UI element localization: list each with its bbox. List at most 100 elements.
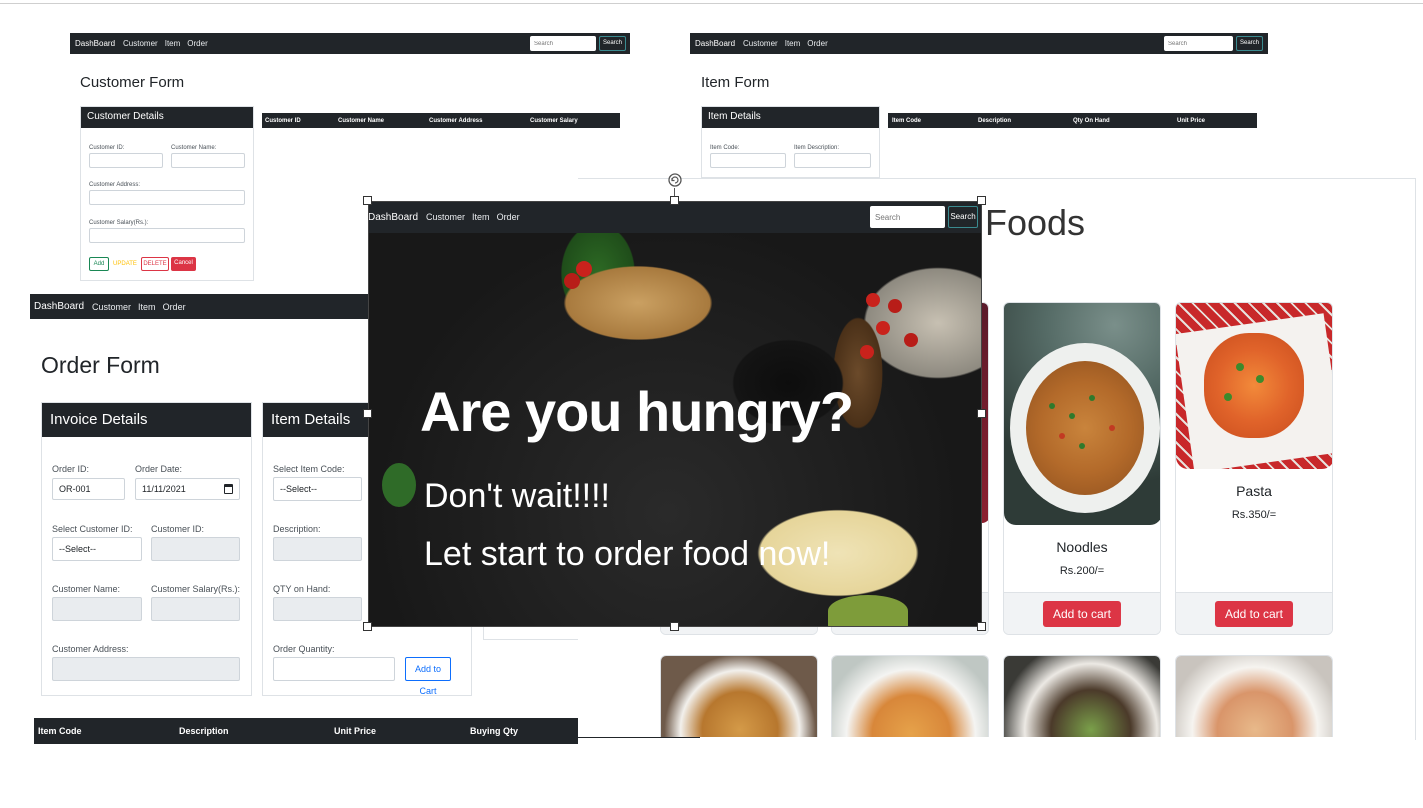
customer-name-input[interactable] <box>171 153 245 168</box>
nav-customer[interactable]: Customer <box>92 302 131 312</box>
item-form-title: Item Form <box>701 74 770 91</box>
description-field <box>273 537 362 561</box>
resize-handle-w[interactable] <box>363 409 372 418</box>
hero-navbar: DashBoard Customer Item Order Search <box>368 201 982 233</box>
select-customer-dropdown[interactable]: --Select-- <box>52 537 142 561</box>
hero-headline: Are you hungry? <box>420 380 854 443</box>
rotate-handle-stem <box>674 188 675 196</box>
col-qty-on-hand: Qty On Hand <box>1073 117 1110 124</box>
customer-address-input[interactable] <box>89 190 245 205</box>
select-item-dropdown[interactable]: --Select-- <box>273 477 362 501</box>
foods-heading: Foods <box>985 202 1086 243</box>
order-date-value: 11/11/2021 <box>142 484 186 494</box>
resize-handle-e[interactable] <box>977 409 986 418</box>
customer-salary-label: Customer Salary(Rs.): <box>151 584 241 594</box>
select-customer-label: Select Customer ID: <box>52 524 133 534</box>
nav-item[interactable]: Item <box>472 212 490 222</box>
cancel-button[interactable]: Cancel <box>171 257 196 271</box>
customer-navbar: DashBoard Customer Item Order Search <box>70 33 630 54</box>
nav-item[interactable]: Item <box>165 39 181 48</box>
nav-order[interactable]: Order <box>807 39 827 48</box>
col-customer-address: Customer Address <box>429 117 483 124</box>
col-buying-qty: Buying Qty <box>470 726 519 736</box>
qty-on-hand-field <box>273 597 362 621</box>
search-input[interactable] <box>1164 36 1233 51</box>
order-id-input[interactable]: OR-001 <box>52 478 125 500</box>
add-to-cart-button[interactable]: Add to cart <box>1214 601 1294 627</box>
item-navbar: DashBoard Customer Item Order Search <box>690 33 1268 54</box>
resize-handle-se[interactable] <box>977 622 986 631</box>
food-image <box>832 656 988 737</box>
order-quantity-input[interactable] <box>273 657 395 681</box>
nav-order[interactable]: Order <box>163 302 186 312</box>
card-header: Item Details <box>702 107 879 128</box>
brand-link[interactable]: DashBoard <box>34 301 84 312</box>
search-button[interactable]: Search <box>948 206 978 228</box>
customer-form-title: Customer Form <box>80 74 185 91</box>
nav-order[interactable]: Order <box>187 39 207 48</box>
resize-handle-sw[interactable] <box>363 622 372 631</box>
resize-handle-s[interactable] <box>670 622 679 631</box>
card-header: Customer Details <box>81 107 253 128</box>
food-price: Rs.200/= <box>1059 565 1105 577</box>
pasta-image <box>1176 303 1332 469</box>
brand-link[interactable]: DashBoard <box>695 39 735 48</box>
customer-id-input[interactable] <box>89 153 163 168</box>
customer-id-field <box>151 537 240 561</box>
food-card <box>1003 655 1161 737</box>
resize-handle-n[interactable] <box>670 196 679 205</box>
col-unit-price: Unit Price <box>1177 117 1206 124</box>
food-card <box>660 655 818 737</box>
customer-name-label: Customer Name: <box>171 145 217 151</box>
nav-order[interactable]: Order <box>497 212 520 222</box>
customer-salary-input[interactable] <box>89 228 245 243</box>
food-card <box>831 655 989 737</box>
card-header: Invoice Details <box>42 403 251 437</box>
col-item-code: Item Code <box>38 726 82 736</box>
delete-button[interactable]: DELETE <box>141 257 169 271</box>
food-image <box>661 656 817 737</box>
food-card-pasta: Pasta Rs.350/= Add to cart <box>1175 302 1333 635</box>
card-footer: Add to cart <box>1176 592 1332 634</box>
item-code-input[interactable] <box>710 153 786 168</box>
food-image <box>1004 656 1160 737</box>
customer-address-label: Customer Address: <box>89 182 141 188</box>
hero-line-2: Let start to order food now! <box>424 535 831 573</box>
order-form-title: Order Form <box>41 352 160 378</box>
search-button[interactable]: Search <box>599 36 626 51</box>
nav-item[interactable]: Item <box>138 302 156 312</box>
customer-id-label: Customer ID: <box>89 145 125 151</box>
item-table-header: Item Code Description Qty On Hand Unit P… <box>888 113 1257 128</box>
order-id-label: Order ID: <box>52 464 90 474</box>
description-label: Description: <box>273 524 321 534</box>
calendar-icon[interactable] <box>224 484 233 494</box>
food-price: Rs.350/= <box>1231 509 1277 521</box>
add-to-cart-button[interactable]: Add to cart <box>1042 601 1122 627</box>
hero-screenshot[interactable]: DashBoard Customer Item Order Search Are… <box>368 201 982 627</box>
nav-customer[interactable]: Customer <box>743 39 778 48</box>
card-footer: Add to cart <box>1004 592 1160 634</box>
search-input[interactable] <box>870 206 945 228</box>
search-button[interactable]: Search <box>1236 36 1263 51</box>
rotate-handle-icon[interactable] <box>667 172 683 188</box>
search-input[interactable] <box>530 36 596 51</box>
nav-customer[interactable]: Customer <box>123 39 158 48</box>
add-button[interactable]: Add <box>89 257 109 271</box>
order-date-input[interactable]: 11/11/2021 <box>135 478 240 500</box>
customer-name-label: Customer Name: <box>52 584 121 594</box>
item-code-label: Item Code: <box>710 145 740 151</box>
resize-handle-nw[interactable] <box>363 196 372 205</box>
customer-salary-field <box>151 597 240 621</box>
brand-link[interactable]: DashBoard <box>368 212 418 223</box>
update-button[interactable]: UPDATE <box>112 257 138 271</box>
order-date-label: Order Date: <box>135 464 183 474</box>
food-name: Pasta <box>1236 483 1272 499</box>
resize-handle-ne[interactable] <box>977 196 986 205</box>
nav-customer[interactable]: Customer <box>426 212 465 222</box>
food-image <box>1176 656 1332 737</box>
brand-link[interactable]: DashBoard <box>75 39 115 48</box>
nav-item[interactable]: Item <box>785 39 801 48</box>
item-description-input[interactable] <box>794 153 871 168</box>
add-to-cart-button[interactable]: Add to Cart <box>405 657 451 696</box>
col-customer-id: Customer ID <box>265 117 301 124</box>
